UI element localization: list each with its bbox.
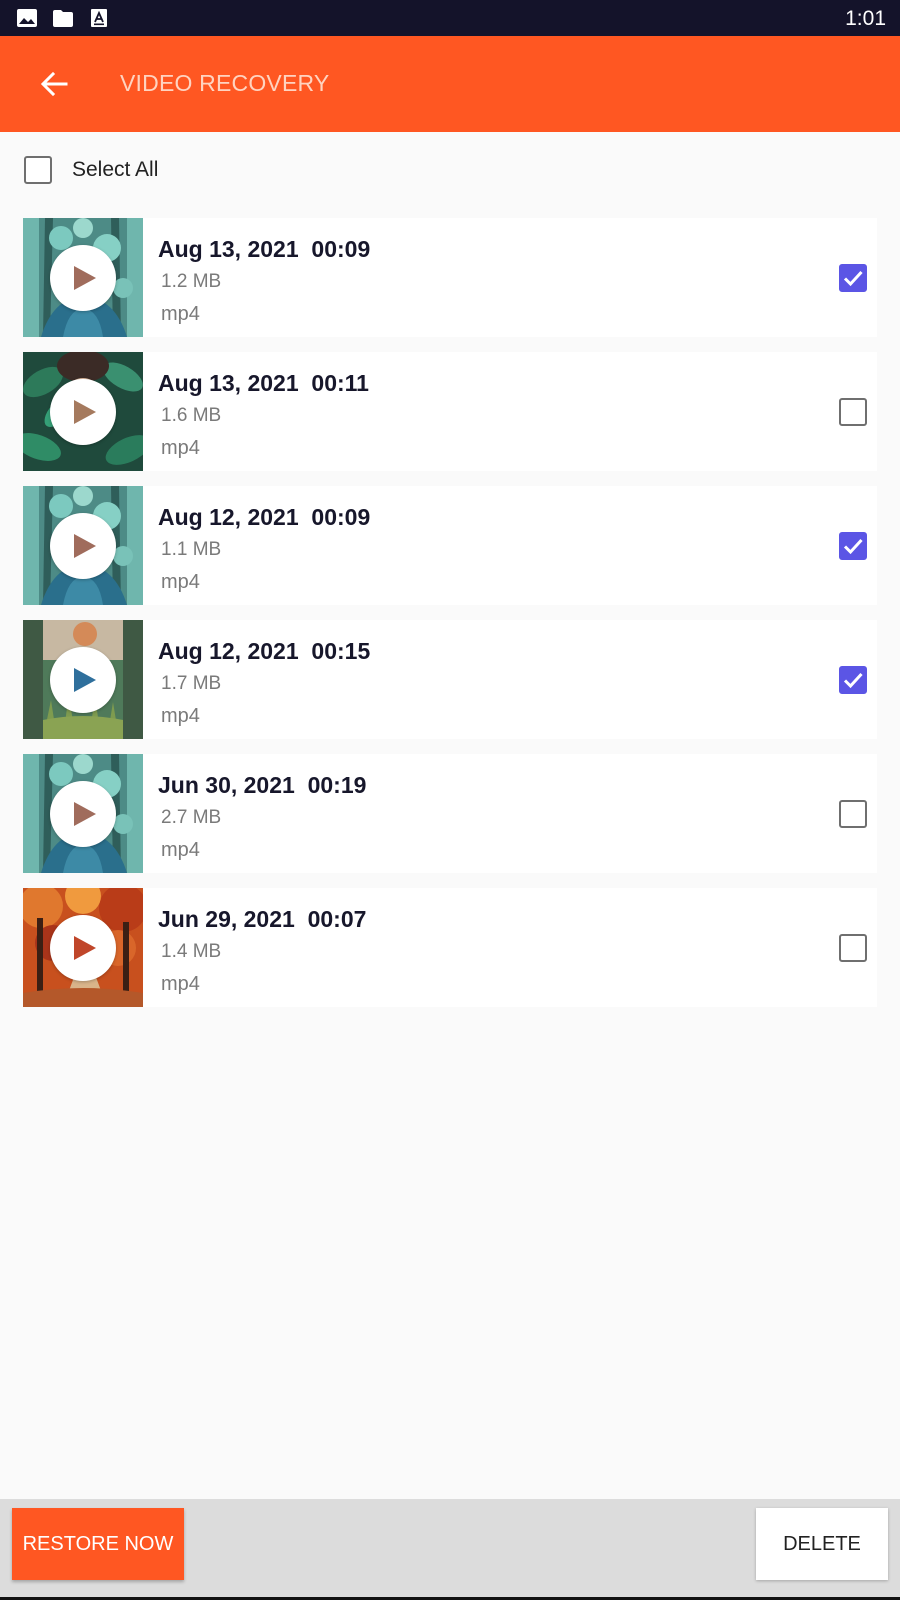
video-format: mp4	[161, 571, 200, 593]
video-format: mp4	[161, 839, 200, 861]
play-icon	[74, 534, 96, 558]
bottom-action-bar: RESTORE NOW DELETE	[0, 1499, 900, 1597]
checkmark-icon	[843, 672, 863, 689]
video-size: 2.7 MB	[161, 807, 222, 828]
video-format: mp4	[161, 303, 200, 325]
item-checkbox[interactable]	[839, 800, 867, 828]
play-button[interactable]	[50, 379, 116, 445]
video-format: mp4	[161, 705, 200, 727]
video-size: 1.6 MB	[161, 405, 222, 426]
video-thumbnail[interactable]	[23, 352, 143, 471]
video-list-item[interactable]: Jun 29, 2021 00:07 1.4 MB mp4	[23, 888, 877, 1007]
play-icon	[74, 936, 96, 960]
video-thumbnail[interactable]	[23, 486, 143, 605]
clock: 1:01	[845, 7, 886, 30]
play-icon	[74, 400, 96, 424]
video-list-item[interactable]: Aug 13, 2021 00:09 1.2 MB mp4	[23, 218, 877, 337]
video-size: 1.7 MB	[161, 673, 222, 694]
item-checkbox-checked[interactable]	[839, 666, 867, 694]
select-all-control[interactable]: Select All	[24, 152, 158, 188]
checkmark-icon	[843, 270, 863, 287]
video-thumbnail[interactable]	[23, 218, 143, 337]
video-format: mp4	[161, 973, 200, 995]
video-thumbnail[interactable]	[23, 888, 143, 1007]
arrow-left-icon[interactable]	[36, 66, 72, 102]
video-size: 1.1 MB	[161, 539, 222, 560]
page-title: VIDEO RECOVERY	[120, 70, 330, 96]
select-all-label: Select All	[72, 158, 159, 181]
item-checkbox-checked[interactable]	[839, 264, 867, 292]
play-icon	[74, 802, 96, 826]
status-bar: 1:01	[0, 0, 900, 36]
app-bar: VIDEO RECOVERY	[0, 36, 900, 132]
play-button[interactable]	[50, 781, 116, 847]
checkmark-icon	[843, 538, 863, 555]
video-date: Jun 30, 2021 00:19	[158, 772, 367, 798]
image-icon	[17, 9, 37, 27]
item-checkbox[interactable]	[839, 398, 867, 426]
video-date: Jun 29, 2021 00:07	[158, 906, 367, 932]
video-size: 1.2 MB	[161, 271, 222, 292]
video-date: Aug 12, 2021 00:09	[158, 504, 371, 530]
video-list-item[interactable]: Aug 12, 2021 00:09 1.1 MB mp4	[23, 486, 877, 605]
restore-now-button[interactable]: RESTORE NOW	[12, 1508, 184, 1580]
play-button[interactable]	[50, 245, 116, 311]
folder-icon	[53, 10, 73, 27]
font-icon	[91, 9, 107, 27]
notification-icons	[16, 8, 110, 28]
video-list-item[interactable]: Aug 13, 2021 00:11 1.6 MB mp4	[23, 352, 877, 471]
delete-button[interactable]: DELETE	[756, 1508, 888, 1580]
video-list-item[interactable]: Jun 30, 2021 00:19 2.7 MB mp4	[23, 754, 877, 873]
video-date: Aug 12, 2021 00:15	[158, 638, 371, 664]
item-checkbox-checked[interactable]	[839, 532, 867, 560]
play-button[interactable]	[50, 513, 116, 579]
video-date: Aug 13, 2021 00:11	[158, 370, 369, 396]
video-thumbnail[interactable]	[23, 754, 143, 873]
select-all-checkbox[interactable]	[24, 156, 52, 184]
video-thumbnail[interactable]	[23, 620, 143, 739]
video-format: mp4	[161, 437, 200, 459]
play-icon	[74, 668, 96, 692]
play-icon	[74, 266, 96, 290]
play-button[interactable]	[50, 915, 116, 981]
video-size: 1.4 MB	[161, 941, 222, 962]
video-date: Aug 13, 2021 00:09	[158, 236, 371, 262]
video-list-item[interactable]: Aug 12, 2021 00:15 1.7 MB mp4	[23, 620, 877, 739]
play-button[interactable]	[50, 647, 116, 713]
item-checkbox[interactable]	[839, 934, 867, 962]
